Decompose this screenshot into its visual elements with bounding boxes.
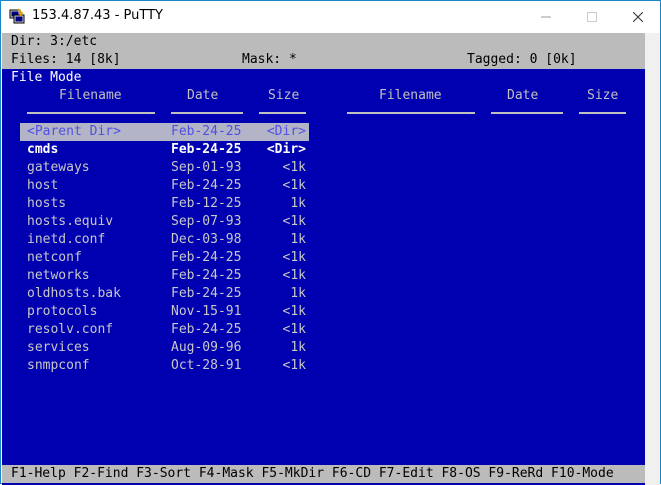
- file-name: netconf: [27, 250, 82, 265]
- file-name: cmds: [27, 142, 59, 157]
- col-filename-left[interactable]: Filename: [59, 87, 122, 105]
- file-name: networks: [27, 268, 90, 283]
- file-date: Oct-28-91: [171, 358, 242, 373]
- terminal-area[interactable]: Dir: 3:/etc Files: 14 [8k] Mask: * Tagge…: [2, 33, 645, 485]
- minimize-icon: [541, 16, 551, 17]
- file-size: 1k: [290, 196, 306, 211]
- file-date: Nov-15-91: [171, 304, 242, 319]
- file-size: <1k: [282, 358, 306, 373]
- dir-path: Dir: 3:/etc: [11, 34, 98, 49]
- file-mask: Mask: *: [242, 52, 297, 67]
- header-rule: [347, 112, 475, 114]
- close-icon: [633, 11, 643, 22]
- file-name: protocols: [27, 304, 98, 319]
- status-header: Dir: 3:/etc Files: 14 [8k] Mask: * Tagge…: [2, 33, 645, 69]
- file-size: <1k: [282, 250, 306, 265]
- maximize-icon: [587, 11, 597, 22]
- putty-window: 153.4.87.43 - PuTTY Dir: 3:/etc Files: 1…: [0, 0, 661, 485]
- file-size: <1k: [282, 268, 306, 283]
- file-size: <1k: [282, 178, 306, 193]
- file-date: Sep-07-93: [171, 214, 242, 229]
- file-date: Feb-24-25: [171, 142, 242, 157]
- file-name: hosts: [27, 196, 67, 211]
- file-size: <Dir>: [266, 124, 306, 139]
- file-date: Feb-12-25: [171, 196, 242, 211]
- file-date: Feb-24-25: [171, 268, 242, 283]
- scrollbar[interactable]: [645, 33, 660, 485]
- function-keys[interactable]: F1-Help F2-Find F3-Sort F4-Mask F5-MkDir…: [11, 465, 614, 483]
- file-name: host: [27, 178, 59, 193]
- header-rule: [259, 112, 306, 114]
- file-date: Feb-24-25: [171, 124, 242, 139]
- minimize-button[interactable]: [523, 1, 569, 32]
- col-filename-right[interactable]: Filename: [379, 87, 442, 105]
- function-key-bar: F1-Help F2-Find F3-Sort F4-Mask F5-MkDir…: [2, 465, 645, 483]
- putty-app-icon[interactable]: [9, 8, 25, 24]
- close-button[interactable]: [615, 1, 661, 32]
- file-size: <Dir>: [266, 142, 306, 157]
- file-name: inetd.conf: [27, 232, 106, 247]
- col-size-left[interactable]: Size: [268, 87, 299, 105]
- header-rule: [579, 112, 626, 114]
- window-title: 153.4.87.43 - PuTTY: [32, 8, 163, 23]
- file-name: resolv.conf: [27, 322, 114, 337]
- file-name: oldhosts.bak: [27, 286, 121, 301]
- title-bar[interactable]: 153.4.87.43 - PuTTY: [1, 1, 660, 32]
- file-size: <1k: [282, 304, 306, 319]
- file-date: Sep-01-93: [171, 160, 242, 175]
- maximize-button[interactable]: [569, 1, 615, 32]
- file-date: Feb-24-25: [171, 250, 242, 265]
- file-size: 1k: [290, 286, 306, 301]
- header-rule: [171, 112, 243, 114]
- file-size: 1k: [290, 232, 306, 247]
- file-name: snmpconf: [27, 358, 90, 373]
- tagged-count: Tagged: 0 [0k]: [467, 52, 577, 67]
- file-size: <1k: [282, 214, 306, 229]
- col-size-right[interactable]: Size: [587, 87, 618, 105]
- file-size: 1k: [290, 340, 306, 355]
- file-size: <1k: [282, 322, 306, 337]
- file-name: services: [27, 340, 90, 355]
- file-name: gateways: [27, 160, 90, 175]
- file-size: <1k: [282, 160, 306, 175]
- col-date-left[interactable]: Date: [187, 87, 218, 105]
- mode-label: File Mode: [11, 70, 82, 85]
- file-name: <Parent Dir>: [27, 124, 121, 139]
- file-count: Files: 14 [8k]: [11, 52, 121, 67]
- file-name: hosts.equiv: [27, 214, 114, 229]
- file-date: Feb-24-25: [171, 178, 242, 193]
- file-date: Feb-24-25: [171, 286, 242, 301]
- file-date: Feb-24-25: [171, 322, 242, 337]
- header-rule: [491, 112, 563, 114]
- col-date-right[interactable]: Date: [507, 87, 538, 105]
- file-date: Aug-09-96: [171, 340, 242, 355]
- header-rule: [27, 112, 155, 114]
- file-date: Dec-03-98: [171, 232, 242, 247]
